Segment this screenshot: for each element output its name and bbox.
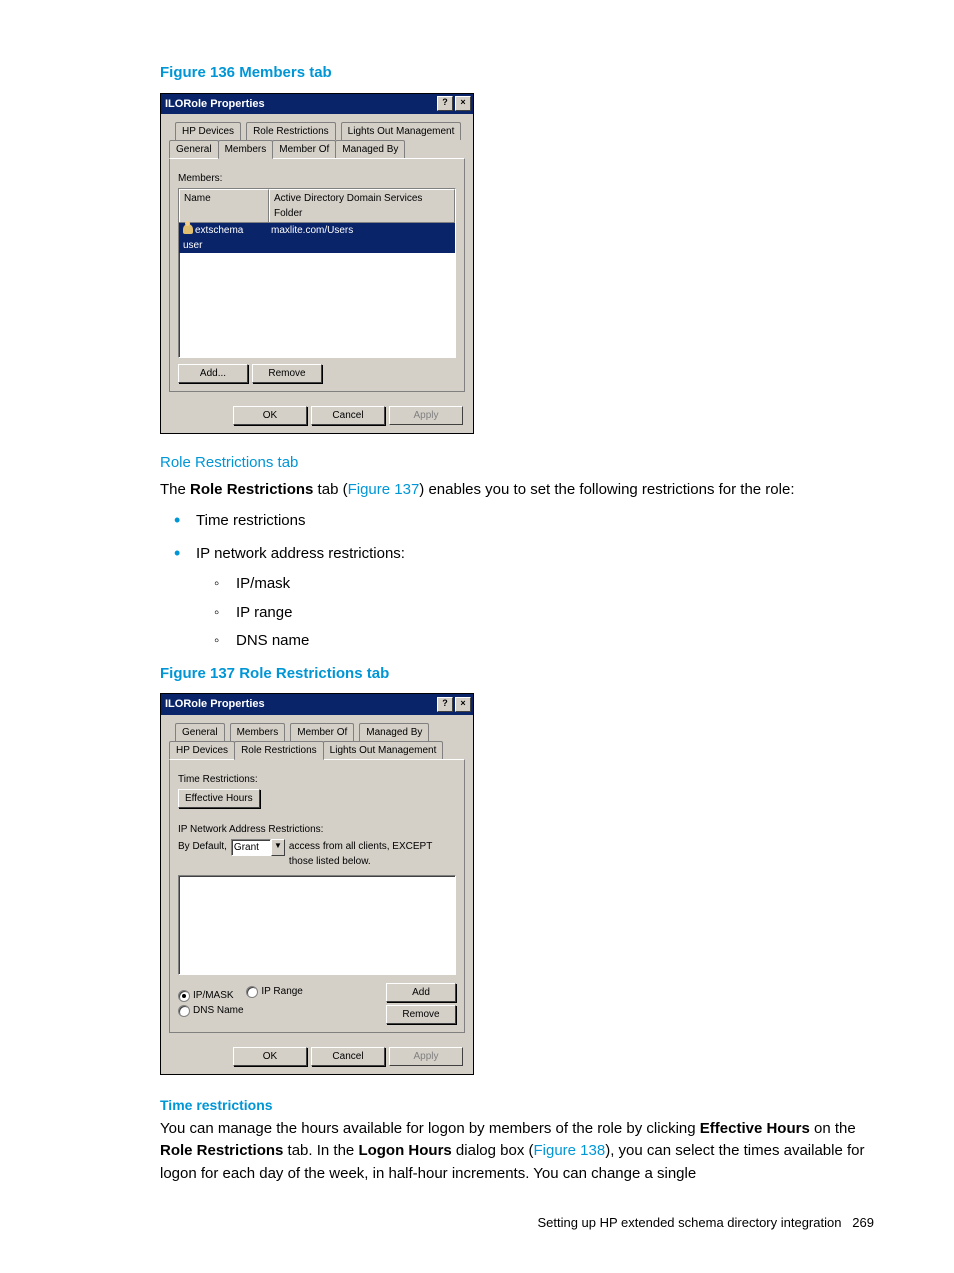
radio-ipmask[interactable]: IP/MASK	[178, 988, 234, 1003]
ok-button[interactable]: OK	[233, 406, 307, 425]
subsection-heading-time-restrictions: Time restrictions	[160, 1095, 874, 1116]
help-button[interactable]: ?	[437, 96, 453, 111]
tab-managed-by[interactable]: Managed By	[359, 723, 429, 741]
dialog-title: ILORole Properties	[165, 96, 265, 113]
access-text: access from all clients, EXCEPT those li…	[289, 839, 432, 869]
remove-button[interactable]: Remove	[252, 364, 322, 383]
tab-hp-devices[interactable]: HP Devices	[175, 122, 241, 140]
paragraph: The Role Restrictions tab (Figure 137) e…	[160, 479, 874, 502]
tab-managed-by[interactable]: Managed By	[335, 140, 405, 158]
paragraph: You can manage the hours available for l…	[160, 1118, 874, 1186]
tab-lights-out-management[interactable]: Lights Out Management	[323, 741, 444, 759]
list-item: IP range	[226, 602, 874, 625]
ip-exceptions-listbox[interactable]	[178, 875, 456, 975]
cancel-button[interactable]: Cancel	[311, 1047, 385, 1066]
figure-137-caption: Figure 137 Role Restrictions tab	[160, 663, 874, 686]
restrictions-list: Time restrictions IP network address res…	[160, 507, 874, 653]
tab-members[interactable]: Members	[218, 140, 274, 159]
tab-hp-devices[interactable]: HP Devices	[169, 741, 235, 759]
ip-restrictions-label: IP Network Address Restrictions:	[178, 822, 456, 837]
tab-member-of[interactable]: Member Of	[272, 140, 336, 158]
tab-general[interactable]: General	[169, 140, 219, 158]
tab-panel: Members: Name Active Directory Domain Se…	[169, 158, 465, 392]
user-icon	[183, 224, 193, 234]
cancel-button[interactable]: Cancel	[311, 406, 385, 425]
figure-136-caption: Figure 136 Members tab	[160, 62, 874, 85]
link-figure-138[interactable]: Figure 138	[533, 1142, 605, 1159]
tab-panel: Time Restrictions: Effective Hours IP Ne…	[169, 759, 465, 1033]
tab-lights-out-management[interactable]: Lights Out Management	[341, 122, 462, 140]
add-button[interactable]: Add	[386, 983, 456, 1002]
tab-general[interactable]: General	[175, 723, 225, 741]
add-button[interactable]: Add...	[178, 364, 248, 383]
apply-button[interactable]: Apply	[389, 1047, 463, 1066]
sub-list: IP/mask IP range DNS name	[226, 573, 874, 653]
list-item: IP/mask	[226, 573, 874, 596]
tab-members[interactable]: Members	[230, 723, 286, 741]
members-listbox[interactable]: Name Active Directory Domain Services Fo…	[178, 188, 456, 358]
effective-hours-button[interactable]: Effective Hours	[178, 789, 260, 808]
column-name[interactable]: Name	[179, 189, 269, 222]
radio-iprange[interactable]: IP Range	[246, 984, 303, 999]
dialog-titlebar: ILORole Properties ? ×	[161, 694, 473, 715]
dialog-titlebar: ILORole Properties ? ×	[161, 94, 473, 115]
list-item: Time restrictions	[186, 507, 874, 534]
time-restrictions-label: Time Restrictions:	[178, 772, 456, 787]
members-dialog: ILORole Properties ? × HP Devices Role R…	[160, 93, 474, 435]
chevron-down-icon: ▼	[271, 839, 285, 856]
close-button[interactable]: ×	[455, 697, 471, 712]
tab-role-restrictions[interactable]: Role Restrictions	[246, 122, 336, 140]
role-restrictions-dialog: ILORole Properties ? × General Members M…	[160, 693, 474, 1075]
radio-dnsname[interactable]: DNS Name	[178, 1003, 244, 1018]
list-item[interactable]: extschema user maxlite.com/Users	[179, 223, 455, 253]
apply-button[interactable]: Apply	[389, 406, 463, 425]
link-figure-137[interactable]: Figure 137	[348, 481, 420, 498]
tab-role-restrictions[interactable]: Role Restrictions	[234, 741, 324, 760]
remove-button[interactable]: Remove	[386, 1005, 456, 1024]
by-default-label: By Default,	[178, 839, 227, 854]
tabs: HP Devices Role Restrictions Lights Out …	[169, 122, 465, 392]
ip-type-radios: IP/MASK IP Range DNS Name	[178, 984, 386, 1022]
help-button[interactable]: ?	[437, 697, 453, 712]
page-footer: Setting up HP extended schema directory …	[160, 1213, 874, 1233]
members-label: Members:	[178, 171, 456, 186]
tab-member-of[interactable]: Member Of	[290, 723, 354, 741]
list-item: DNS name	[226, 630, 874, 653]
section-heading-role-restrictions: Role Restrictions tab	[160, 452, 874, 475]
dialog-title: ILORole Properties	[165, 696, 265, 713]
column-folder[interactable]: Active Directory Domain Services Folder	[269, 189, 455, 222]
grant-deny-select[interactable]: Grant ▼	[231, 839, 285, 856]
list-item: IP network address restrictions: IP/mask…	[186, 540, 874, 653]
close-button[interactable]: ×	[455, 96, 471, 111]
tabs: General Members Member Of Managed By HP …	[169, 723, 465, 1033]
ok-button[interactable]: OK	[233, 1047, 307, 1066]
